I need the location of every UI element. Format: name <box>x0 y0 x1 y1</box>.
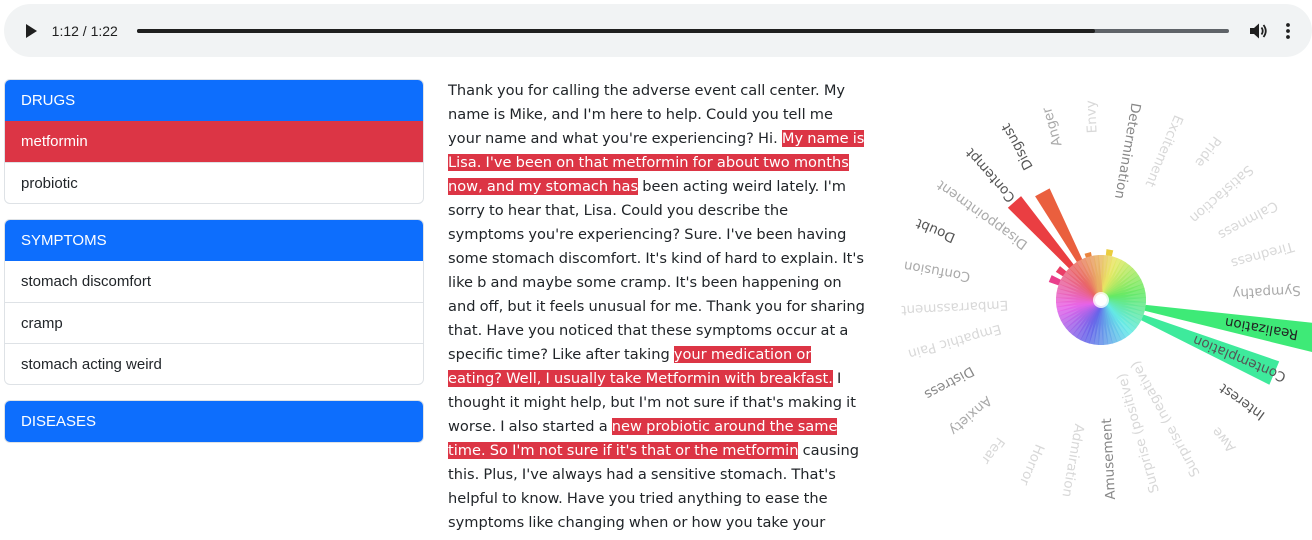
volume-icon <box>1250 23 1268 38</box>
emotion-label-interest: Interest <box>1216 380 1268 423</box>
time-display: 1:12 / 1:22 <box>51 22 118 39</box>
emotion-label-disgust: Disgust <box>998 121 1036 173</box>
emotion-label-horror: Horror <box>1016 442 1048 488</box>
emotion-label-anxiety: Anxiety <box>946 393 995 439</box>
drug-item-probiotic[interactable]: probiotic <box>5 162 423 203</box>
emotion-label-awe: Awe <box>1209 424 1240 456</box>
wheel-hub <box>1093 292 1109 308</box>
emotion-label-empathic-pain: Empathic Pain <box>906 320 1003 361</box>
emotion-label-determination: Determination <box>1111 102 1144 201</box>
emotion-label-admiration: Admiration <box>1058 423 1087 499</box>
drugs-panel: DRUGS metformin probiotic <box>4 79 424 204</box>
emotion-bar-doubt <box>1048 275 1061 286</box>
diseases-header[interactable]: DISEASES <box>5 401 423 442</box>
volume-button[interactable] <box>1247 18 1273 44</box>
emotion-label-envy: Envy <box>1083 100 1101 134</box>
symptoms-header: SYMPTOMS <box>5 220 423 261</box>
emotion-label-anger: Anger <box>1039 105 1065 148</box>
audio-player: 1:12 / 1:22 <box>4 4 1312 57</box>
emotion-label-sympathy: Sympathy <box>1232 282 1301 301</box>
symptoms-panel: SYMPTOMS stomach discomfort cramp stomac… <box>4 219 424 385</box>
emotion-label-calmness: Calmness <box>1215 197 1280 242</box>
play-icon <box>25 23 37 38</box>
seek-progress <box>136 28 1096 33</box>
drugs-header: DRUGS <box>5 80 423 121</box>
symptom-item-stomach-acting-weird[interactable]: stomach acting weird <box>5 343 423 384</box>
symptom-item-stomach-discomfort[interactable]: stomach discomfort <box>5 261 423 302</box>
emotion-label-doubt: Doubt <box>914 215 958 246</box>
emotion-bar-determination <box>1105 249 1114 257</box>
emotion-label-confusion: Confusion <box>903 257 972 284</box>
symptom-item-cramp[interactable]: cramp <box>5 302 423 343</box>
emotion-label-amusement: Amusement <box>1099 418 1119 500</box>
emotion-label-excitement: Excitement <box>1142 113 1186 190</box>
emotion-wheel: ConfusionDoubtDisappointmentContemptDisg… <box>901 100 1312 500</box>
more-vert-icon <box>1286 22 1291 39</box>
emotion-label-contempt: Contempt <box>963 145 1019 206</box>
emotion-label-fear: Fear <box>977 434 1007 467</box>
diseases-panel: DISEASES <box>4 400 424 443</box>
seek-bar[interactable] <box>136 28 1229 33</box>
transcript-segment: been acting weird lately. I'm sorry to h… <box>448 178 865 363</box>
play-button[interactable] <box>18 18 44 44</box>
emotion-label-distress: Distress <box>922 363 977 403</box>
more-options-button[interactable] <box>1278 18 1298 44</box>
emotion-label-tiredness: Tiredness <box>1229 238 1297 271</box>
drug-item-metformin[interactable]: metformin <box>5 121 423 162</box>
transcript-text: Thank you for calling the adverse event … <box>448 79 868 540</box>
emotion-label-embarrassment: Embarrassment <box>901 297 1009 318</box>
emotion-label-pride: Pride <box>1191 133 1224 170</box>
